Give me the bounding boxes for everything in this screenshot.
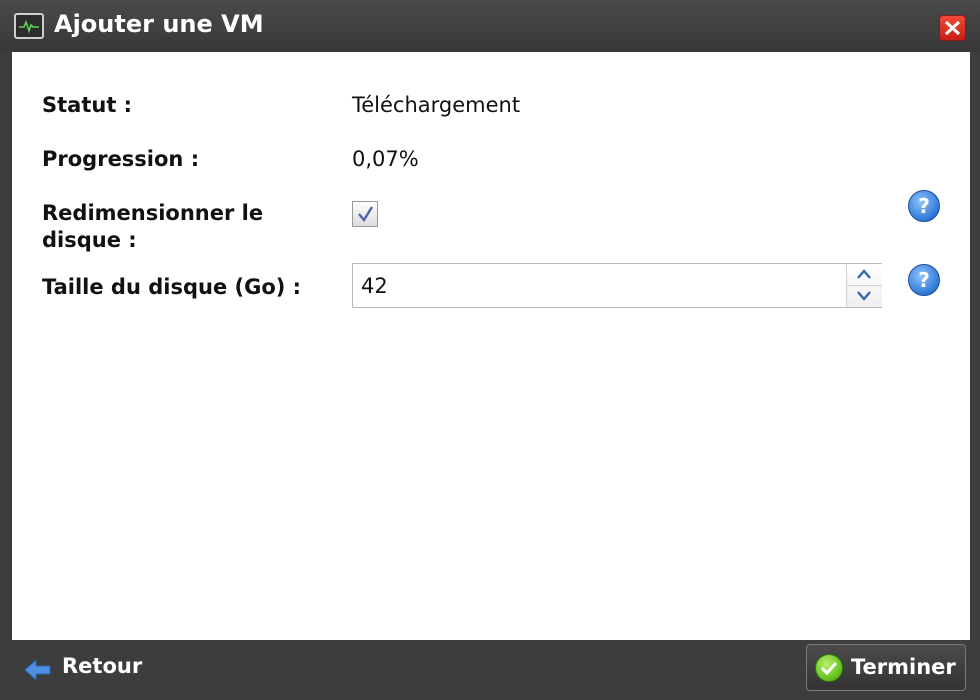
finish-button[interactable]: Terminer xyxy=(806,644,966,691)
back-label: Retour xyxy=(62,654,143,678)
checkmark-icon xyxy=(358,206,374,223)
status-label: Statut : xyxy=(42,93,133,117)
chevron-down-icon xyxy=(857,291,871,301)
close-button[interactable] xyxy=(939,15,966,41)
stepper-buttons xyxy=(846,264,882,307)
dialog-content: Statut : Téléchargement Progression : 0,… xyxy=(12,52,970,640)
resize-disk-label: Redimensionner le disque : xyxy=(42,200,263,254)
vm-monitor-icon xyxy=(14,13,44,39)
arrow-left-icon xyxy=(24,658,51,682)
resize-disk-label-line1: Redimensionner le xyxy=(42,201,264,225)
title-bar: Ajouter une VM xyxy=(0,0,980,52)
disk-size-stepper xyxy=(352,263,882,308)
help-icon[interactable]: ? xyxy=(908,264,940,296)
dialog-title: Ajouter une VM xyxy=(54,10,264,38)
resize-disk-checkbox[interactable] xyxy=(352,201,378,227)
chevron-up-icon xyxy=(857,269,871,279)
finish-label: Terminer xyxy=(851,655,956,679)
disk-size-label: Taille du disque (Go) : xyxy=(42,275,302,299)
disk-size-input[interactable] xyxy=(353,264,845,307)
close-icon xyxy=(944,20,961,36)
status-value: Téléchargement xyxy=(352,93,521,117)
stepper-down-button[interactable] xyxy=(847,285,882,306)
resize-disk-label-line2: disque : xyxy=(42,228,137,252)
progress-value: 0,07% xyxy=(352,147,419,171)
dialog-footer: Retour Terminer xyxy=(0,640,980,700)
add-vm-dialog: Ajouter une VM Statut : Téléchargement P… xyxy=(0,0,980,700)
progress-label: Progression : xyxy=(42,147,200,171)
check-circle-icon xyxy=(815,654,843,682)
stepper-up-button[interactable] xyxy=(847,264,882,286)
help-icon[interactable]: ? xyxy=(908,190,940,222)
